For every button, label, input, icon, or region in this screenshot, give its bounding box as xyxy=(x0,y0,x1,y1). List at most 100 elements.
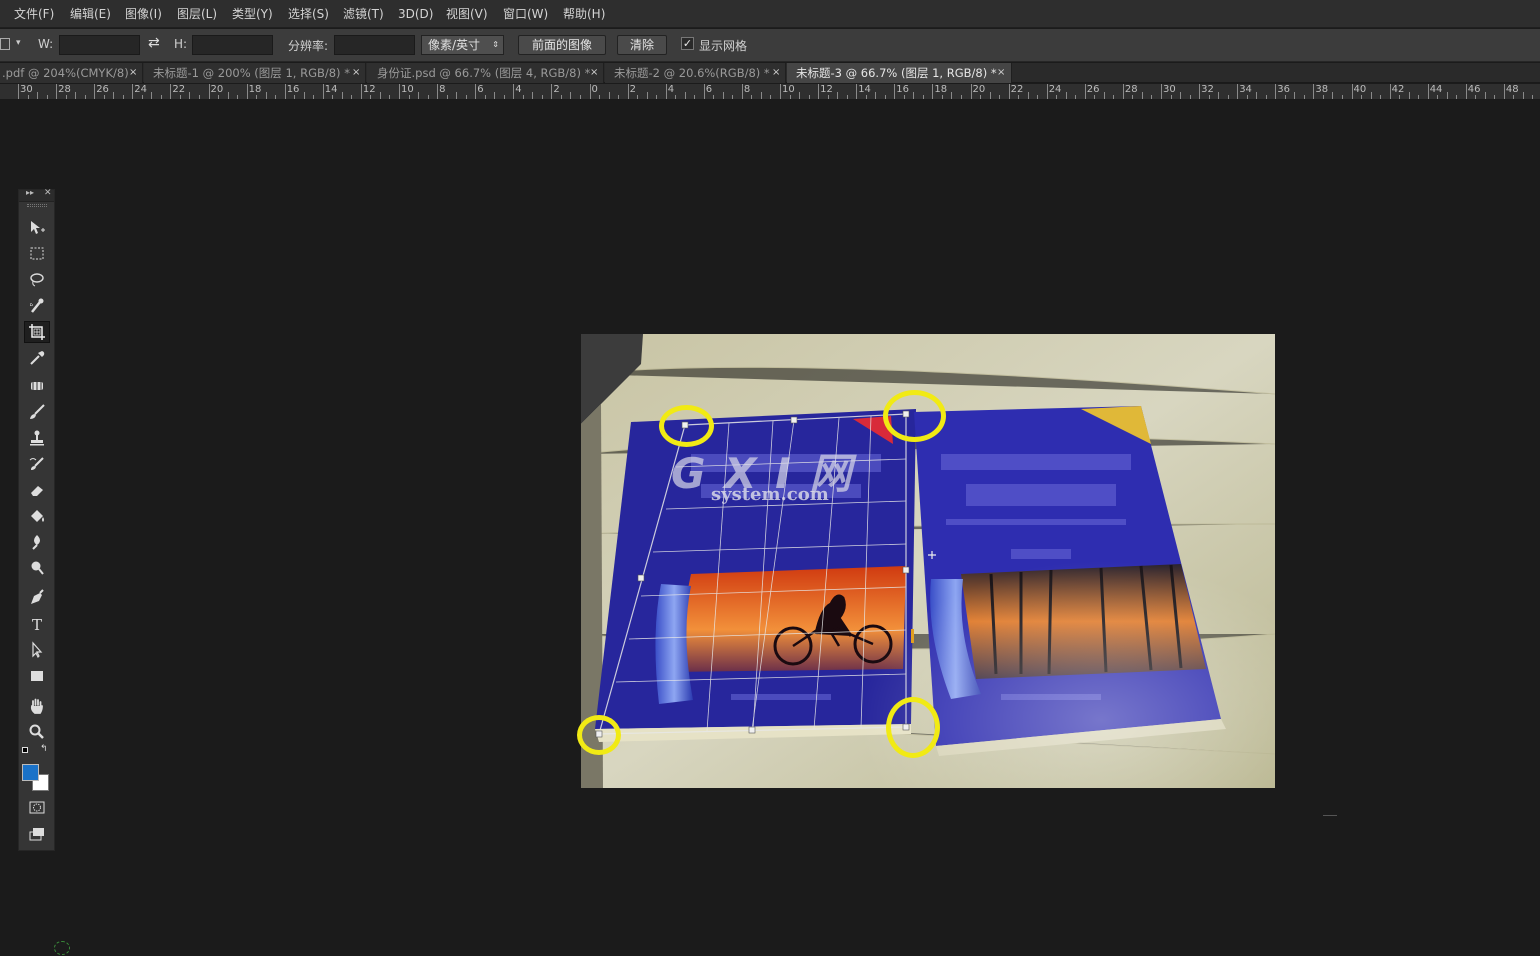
ruler-tick xyxy=(713,95,715,99)
marquee-tool-icon[interactable] xyxy=(24,243,50,265)
menu-3d[interactable]: 3D(D) xyxy=(398,6,433,22)
quick-mask-icon[interactable] xyxy=(24,797,50,819)
swap-icon[interactable]: ⇄ xyxy=(148,35,160,51)
default-colors-icon[interactable] xyxy=(22,747,28,753)
toolbox-grip[interactable] xyxy=(27,204,47,207)
menu-layer[interactable]: 图层(L) xyxy=(177,6,217,22)
eraser-tool-icon[interactable] xyxy=(24,479,50,501)
ruler-tick xyxy=(1161,84,1162,99)
toolbox-header[interactable]: ▸▸ ✕ xyxy=(19,188,54,202)
lasso-tool-icon[interactable] xyxy=(24,269,50,291)
corner-marker-top-left xyxy=(659,405,714,447)
ruler-tick xyxy=(141,95,143,99)
dodge-tool-icon[interactable] xyxy=(24,557,50,579)
resolution-field[interactable] xyxy=(334,35,415,55)
ruler-label: 4 xyxy=(667,84,675,95)
horizontal-ruler[interactable]: 30 28 26 24 22 20 18 16 14 12 10 8 6 4 2 0 2 4 6 8 10 12 14 16 1… xyxy=(0,84,1540,100)
ruler-tick xyxy=(780,84,781,99)
tab-id-card[interactable]: 身份证.psd @ 66.7% (图层 4, RGB/8) * × xyxy=(367,63,604,83)
spot-healing-tool-icon[interactable] xyxy=(24,375,50,397)
ruler-tick xyxy=(446,95,448,99)
ruler-label: 20 xyxy=(210,84,224,95)
menu-help[interactable]: 帮助(H) xyxy=(563,6,605,22)
ruler-tick xyxy=(94,84,96,99)
close-icon[interactable]: × xyxy=(352,63,360,83)
history-brush-tool-icon[interactable] xyxy=(24,453,50,475)
close-icon[interactable]: × xyxy=(997,63,1005,83)
show-grid-checkbox[interactable]: ✓ xyxy=(681,37,694,50)
ruler-tick xyxy=(1199,84,1201,99)
menu-edit[interactable]: 编辑(E) xyxy=(70,6,111,22)
move-tool-icon[interactable] xyxy=(24,217,50,239)
ruler-tick xyxy=(189,92,191,99)
crop-tool-preset-icon[interactable] xyxy=(0,38,10,50)
ruler-label: 16 xyxy=(896,84,910,95)
eyedropper-tool-icon[interactable] xyxy=(24,347,50,369)
menu-image[interactable]: 图像(I) xyxy=(125,6,162,22)
close-icon[interactable]: × xyxy=(772,63,780,83)
height-label: H: xyxy=(174,37,188,51)
swap-colors-icon[interactable]: ↰ xyxy=(40,744,48,754)
ruler-tick xyxy=(56,84,58,99)
ruler-tick xyxy=(1103,92,1105,99)
ruler-tick xyxy=(541,95,543,99)
ruler-label: 42 xyxy=(1391,84,1405,95)
clear-button[interactable]: 清除 xyxy=(617,35,667,55)
ruler-tick xyxy=(1332,92,1334,99)
close-icon[interactable]: ✕ xyxy=(44,188,52,198)
tab-untitled-1[interactable]: 未标题-1 @ 200% (图层 1, RGB/8) * × xyxy=(144,63,366,83)
ruler-tick xyxy=(18,84,19,99)
menu-type[interactable]: 类型(Y) xyxy=(232,6,273,22)
tab-untitled-2[interactable]: 未标题-2 @ 20.6%(RGB/8) * × xyxy=(605,63,786,83)
menu-view[interactable]: 视图(V) xyxy=(446,6,488,22)
chevron-down-icon[interactable]: ▾ xyxy=(16,38,21,48)
ruler-label: 22 xyxy=(1010,84,1024,95)
menu-select[interactable]: 选择(S) xyxy=(288,6,329,22)
ruler-tick xyxy=(132,84,134,99)
close-icon[interactable]: × xyxy=(590,63,598,83)
foreground-color-swatch[interactable] xyxy=(22,764,39,781)
ruler-tick xyxy=(1484,92,1486,99)
ruler-tick xyxy=(1313,84,1315,99)
brush-tool-icon[interactable] xyxy=(24,401,50,423)
ruler-tick xyxy=(703,84,705,99)
ruler-tick xyxy=(1322,95,1324,99)
paint-bucket-tool-icon[interactable] xyxy=(24,505,50,527)
ruler-tick xyxy=(1418,95,1420,99)
ruler-tick xyxy=(599,95,601,99)
blur-tool-icon[interactable] xyxy=(24,531,50,553)
width-field[interactable] xyxy=(59,35,140,55)
pen-tool-icon[interactable] xyxy=(24,587,50,609)
tab-untitled-3[interactable]: 未标题-3 @ 66.7% (图层 1, RGB/8) * × xyxy=(787,63,1012,83)
unit-select-value: 像素/英寸 xyxy=(428,38,481,52)
ruler-tick xyxy=(932,84,934,99)
ruler-tick xyxy=(513,84,515,99)
ruler-tick xyxy=(160,95,162,99)
zoom-tool-icon[interactable] xyxy=(24,721,50,743)
front-image-button[interactable]: 前面的图像 xyxy=(518,35,606,55)
ruler-tick xyxy=(418,92,420,99)
ruler-tick xyxy=(1132,95,1134,99)
unit-select[interactable]: 像素/英寸 ⇕ xyxy=(421,35,504,55)
ruler-tick xyxy=(1532,95,1534,99)
screen-mode-icon[interactable] xyxy=(24,823,50,845)
hand-tool-icon[interactable] xyxy=(24,695,50,717)
ruler-tick xyxy=(1141,92,1143,99)
tab-pdf[interactable]: .pdf @ 204%(CMYK/8) × xyxy=(0,63,143,83)
menu-file[interactable]: 文件(F) xyxy=(14,6,54,22)
show-grid-label: 显示网格 xyxy=(699,39,748,53)
quick-selection-tool-icon[interactable] xyxy=(24,295,50,317)
ruler-tick xyxy=(122,95,124,99)
ruler-tick xyxy=(208,84,210,99)
crop-tool-icon[interactable] xyxy=(24,321,50,343)
collapse-icon[interactable]: ▸▸ xyxy=(26,188,34,197)
path-selection-tool-icon[interactable] xyxy=(24,639,50,661)
menu-filter[interactable]: 滤镜(T) xyxy=(343,6,384,22)
ruler-tick xyxy=(1341,95,1343,99)
rectangle-tool-icon[interactable] xyxy=(24,665,50,687)
close-icon[interactable]: × xyxy=(129,63,137,83)
height-field[interactable] xyxy=(192,35,273,55)
clone-stamp-tool-icon[interactable] xyxy=(24,427,50,449)
type-tool-icon[interactable]: T xyxy=(24,613,50,635)
menu-window[interactable]: 窗口(W) xyxy=(503,6,548,22)
